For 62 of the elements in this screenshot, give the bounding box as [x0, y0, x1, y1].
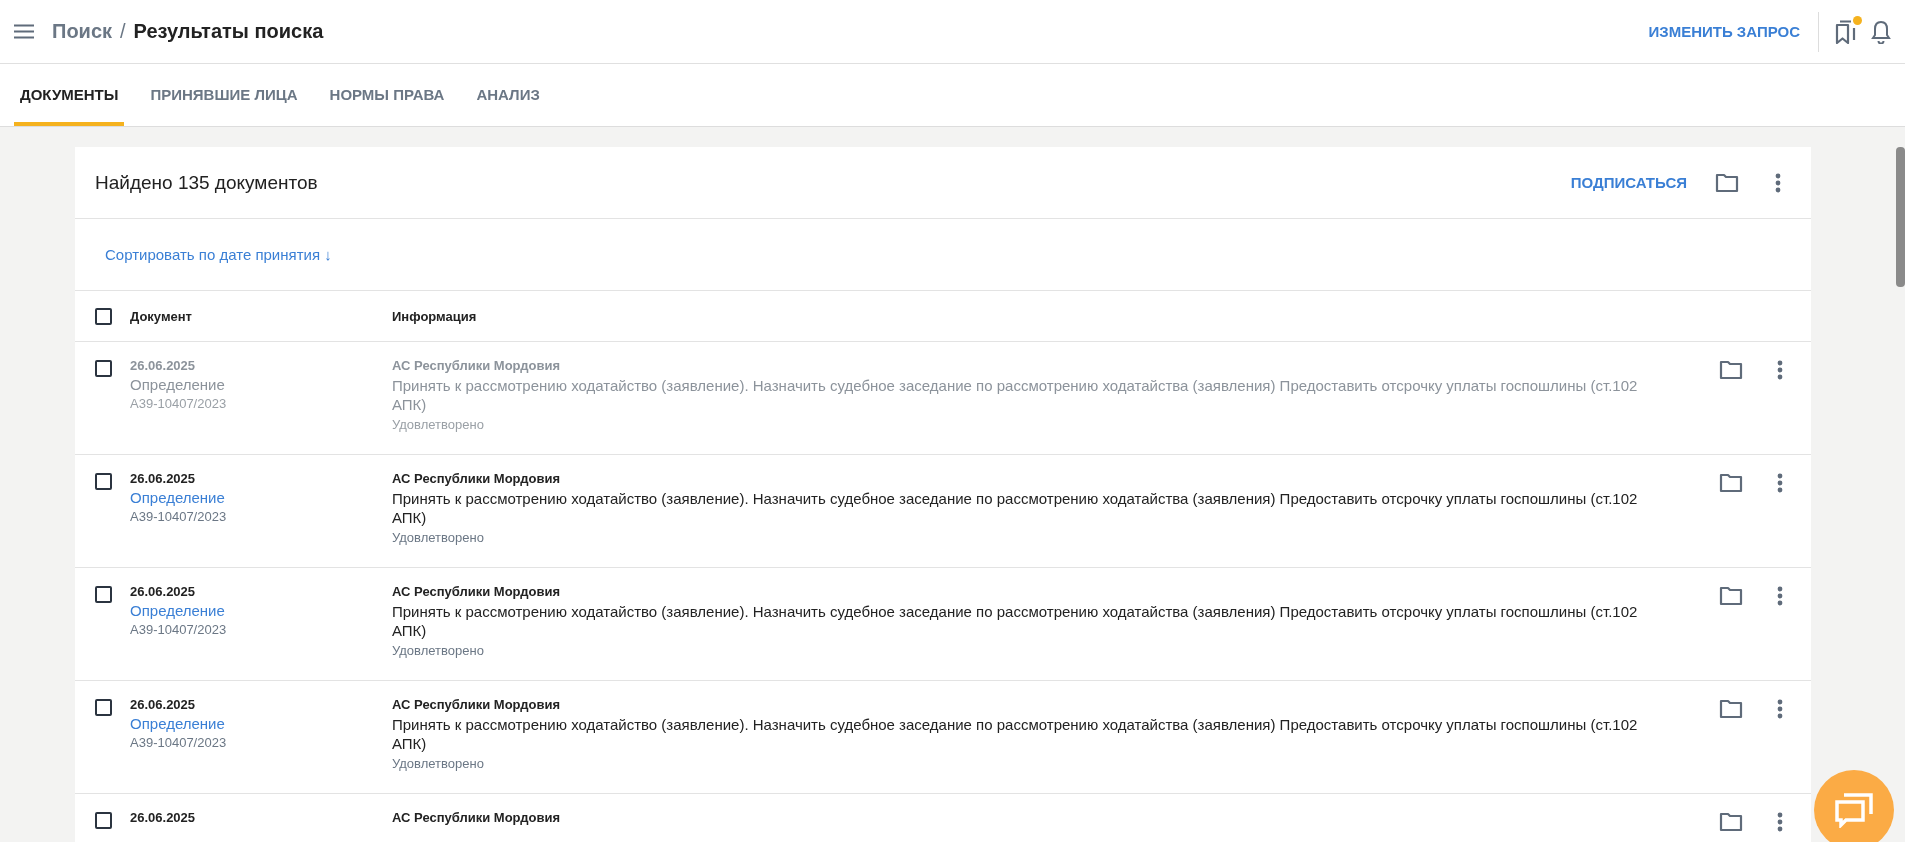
page-title: Результаты поиска [133, 20, 324, 43]
court-name: АС Республики Мордовия [392, 358, 561, 373]
document-summary: Принять к рассмотрению ходатайство (заявление). Назначить судебное заседание по рассмотрению ходатайства (заявления) Предоставить отсрочку уплаты госпошлины (ст.102 АПК) [392, 715, 1639, 753]
column-header: Документ [130, 308, 193, 324]
document-date: 26.06.2025 [130, 584, 197, 599]
document-date: 26.06.2025 [130, 697, 197, 712]
document-result: Удовлетворено [392, 530, 485, 545]
folder-icon[interactable] [1715, 172, 1739, 193]
court-name: АС Республики Мордовия [392, 471, 561, 486]
more-icon[interactable] [1777, 812, 1783, 832]
row-checkbox[interactable] [95, 812, 112, 829]
document-summary: Принять к рассмотрению ходатайство (заявление). Назначить судебное заседание по рассмотрению ходатайства (заявления) Предоставить отсрочку уплаты госпошлины (ст.102 АПК) [392, 376, 1639, 414]
folder-icon[interactable] [1719, 699, 1743, 719]
folder-icon[interactable] [1719, 812, 1743, 832]
more-icon[interactable] [1777, 360, 1783, 380]
row-checkbox[interactable] [95, 699, 112, 716]
tab[interactable]: АНАЛИЗ [470, 64, 546, 126]
folder-icon[interactable] [1719, 473, 1743, 493]
document-type-link[interactable]: Определение [130, 715, 392, 732]
bookmark-icon[interactable] [1835, 19, 1857, 44]
tab[interactable]: НОРМЫ ПРАВА [323, 64, 451, 126]
document-date: 26.06.2025 [130, 471, 197, 486]
more-icon[interactable] [1775, 172, 1781, 193]
court-name: АС Республики Мордовия [392, 810, 561, 825]
row-checkbox[interactable] [95, 473, 112, 490]
breadcrumb-separator: / [120, 20, 126, 43]
subscribe-link[interactable]: ПОДПИСАТЬСЯ [1570, 174, 1687, 191]
document-date: 26.06.2025 [130, 810, 197, 825]
row-checkbox[interactable] [95, 360, 112, 377]
select-all-checkbox[interactable] [95, 307, 112, 325]
folder-icon[interactable] [1719, 586, 1743, 606]
document-type-link[interactable]: Определение [130, 489, 392, 506]
case-number: А39-10407/2023 [130, 509, 228, 524]
edit-query-link[interactable]: ИЗМЕНИТЬ ЗАПРОС [1648, 23, 1800, 40]
folder-icon[interactable] [1719, 360, 1743, 380]
scrollbar-thumb[interactable] [1896, 147, 1905, 287]
document-type-link[interactable]: Определение [130, 602, 392, 619]
document-summary: Принять к рассмотрению ходатайство (заявление). Назначить судебное заседание по рассмотрению ходатайства (заявления) Предоставить отсрочку уплаты госпошлины (ст.102 АПК) [392, 602, 1639, 640]
document-summary: Принять к рассмотрению ходатайство (заявление). Назначить судебное заседание по рассмотрению ходатайства (заявления) Предоставить отсрочку уплаты госпошлины (ст.102 АПК) [392, 489, 1639, 527]
case-number: А39-10407/2023 [130, 735, 228, 750]
court-name: АС Республики Мордовия [392, 697, 561, 712]
more-icon[interactable] [1777, 473, 1783, 493]
result-row[interactable]: 26.06.2025 АС Республики Мордовия [75, 794, 1811, 842]
column-header: Информация [392, 308, 477, 324]
breadcrumb-link[interactable]: Поиск [52, 20, 113, 43]
more-icon[interactable] [1777, 699, 1783, 719]
document-type-link[interactable]: Определение [130, 376, 392, 393]
tab[interactable]: ПРИНЯВШИЕ ЛИЦА [144, 64, 304, 126]
court-name: АС Республики Мордовия [392, 584, 561, 599]
document-result: Удовлетворено [392, 643, 485, 658]
more-icon[interactable] [1777, 586, 1783, 606]
document-date: 26.06.2025 [130, 358, 197, 373]
chat-icon [1834, 792, 1874, 828]
results-count: Найдено 135 документов [95, 171, 318, 194]
case-number: А39-10407/2023 [130, 396, 228, 411]
sort-link[interactable]: Сортировать по дате принятия ↓ [105, 246, 332, 263]
document-result: Удовлетворено [392, 756, 485, 771]
case-number: А39-10407/2023 [130, 622, 228, 637]
menu-icon[interactable] [14, 24, 34, 39]
bell-icon[interactable] [1871, 19, 1891, 44]
document-result: Удовлетворено [392, 417, 485, 432]
row-checkbox[interactable] [95, 586, 112, 603]
